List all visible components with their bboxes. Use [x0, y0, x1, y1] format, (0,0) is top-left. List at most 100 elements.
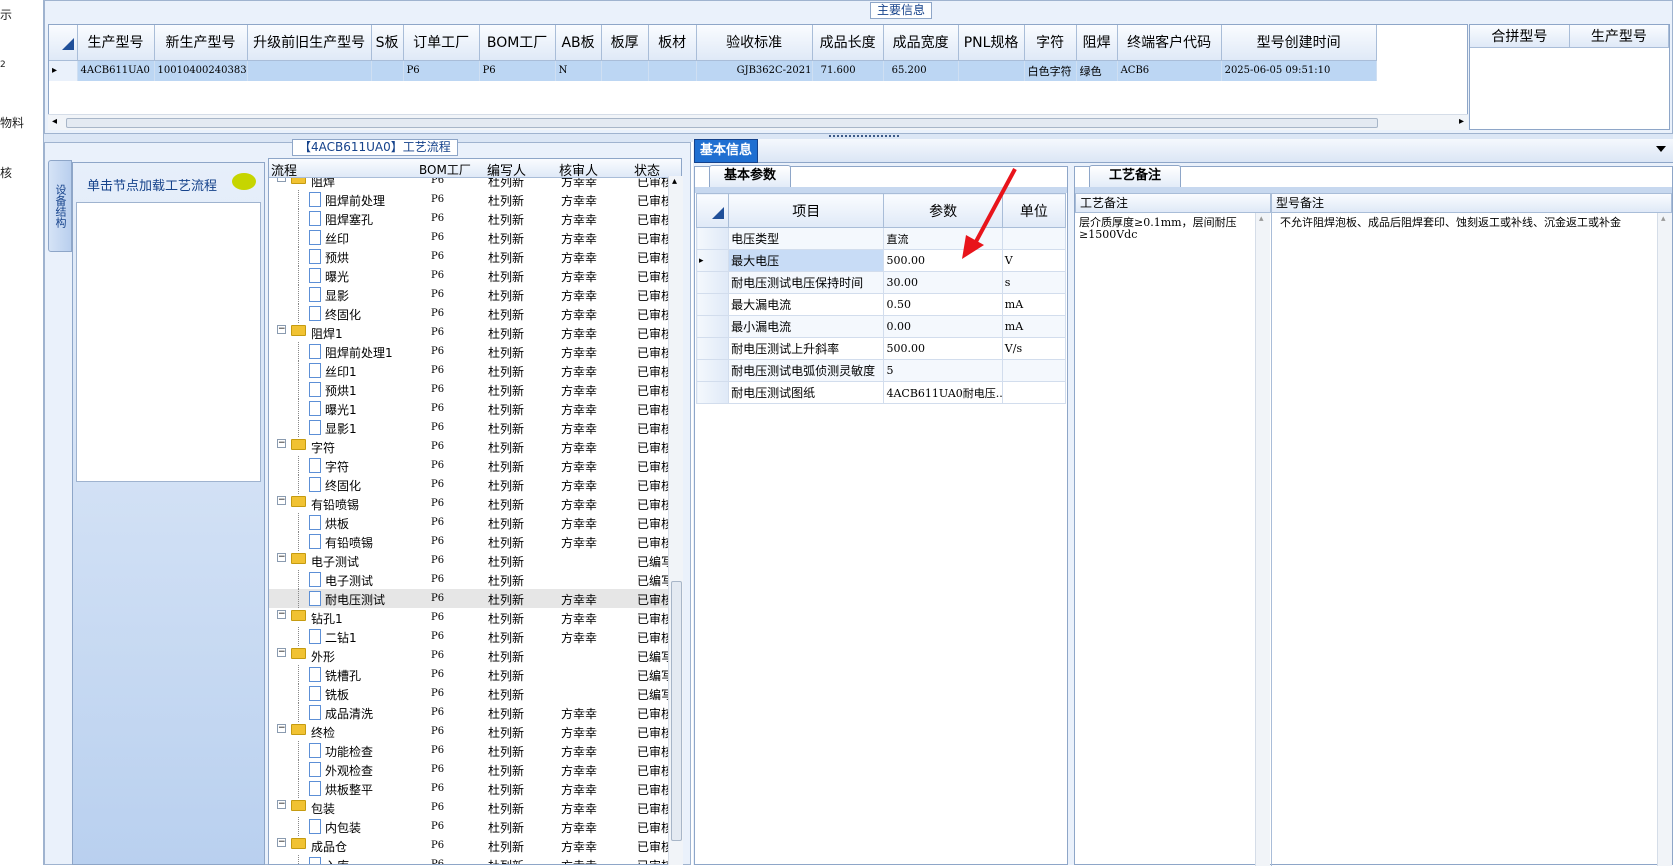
param-unit-cell[interactable]: s: [1001, 271, 1067, 294]
chevron-down-icon[interactable]: [1656, 146, 1666, 152]
tree-row[interactable]: − 有铅喷锡 P6 杜列新 方幸幸 已审核: [269, 494, 669, 513]
tree-row[interactable]: − 包装 P6 杜列新 方幸幸 已审核: [269, 798, 669, 817]
tree-node-label[interactable]: 字符: [311, 439, 335, 456]
column-header[interactable]: 板材: [648, 25, 697, 61]
column-header[interactable]: 订单工厂: [403, 25, 480, 61]
param-value-cell[interactable]: 500.00: [883, 337, 1003, 360]
tree-row[interactable]: 铣槽孔 P6 杜列新 已编写: [269, 665, 669, 684]
param-row[interactable]: 最大漏电流 0.50 mA: [695, 293, 1067, 316]
cell[interactable]: P6: [479, 60, 556, 81]
column-header[interactable]: AB板: [555, 25, 602, 61]
tree-node-label[interactable]: 有铅喷锡: [325, 534, 373, 551]
tree-node-label[interactable]: 电子测试: [311, 553, 359, 570]
tree-node-label[interactable]: 终固化: [325, 477, 361, 494]
column-header[interactable]: 成品长度: [812, 25, 884, 61]
column-header[interactable]: 终端客户代码: [1117, 25, 1222, 61]
scrollbar-thumb[interactable]: [671, 581, 682, 841]
process-remarks-text[interactable]: 层介质厚度≥0.1mm，层间耐压≥1500Vdc: [1079, 217, 1251, 241]
cell[interactable]: N: [555, 60, 602, 81]
param-item-cell[interactable]: 最大漏电流: [728, 293, 885, 316]
tree-row[interactable]: 内包装 P6 杜列新 方幸幸 已审核: [269, 817, 669, 836]
tree-node-label[interactable]: 终固化: [325, 306, 361, 323]
tree-node-label[interactable]: 阻焊1: [311, 325, 343, 342]
tree-node-label[interactable]: 烘板: [325, 515, 349, 532]
tree-row[interactable]: 阻焊前处理 P6 杜列新 方幸幸 已审核: [269, 190, 669, 209]
tree-row[interactable]: 预烘 P6 杜列新 方幸幸 已审核: [269, 247, 669, 266]
tab-basic-params[interactable]: 基本参数: [709, 165, 791, 187]
cell[interactable]: 4ACB611UA0: [77, 60, 155, 81]
param-unit-cell[interactable]: [1001, 359, 1067, 382]
collapse-icon[interactable]: −: [277, 610, 286, 619]
param-row[interactable]: 耐电压测试图纸 4ACB611UA0耐电压...: [695, 381, 1067, 404]
column-header[interactable]: PNL规格: [958, 25, 1025, 61]
cell[interactable]: [648, 60, 697, 81]
param-value-cell[interactable]: 4ACB611UA0耐电压...: [883, 381, 1003, 404]
column-header[interactable]: BOM工厂: [479, 25, 556, 61]
tree-row[interactable]: 终固化 P6 杜列新 方幸幸 已审核: [269, 304, 669, 323]
column-header[interactable]: 阻焊: [1076, 25, 1118, 61]
cell[interactable]: [371, 60, 404, 81]
tree-node-label[interactable]: 预烘: [325, 249, 349, 266]
left-nav-item[interactable]: 示: [0, 6, 12, 23]
main-grid-horizontal-scrollbar[interactable]: ◂ ▸: [48, 114, 1468, 130]
cell[interactable]: [601, 60, 649, 81]
tree-row[interactable]: − 字符 P6 杜列新 方幸幸 已审核: [269, 437, 669, 456]
tree-row[interactable]: 功能检查 P6 杜列新 方幸幸 已审核: [269, 741, 669, 760]
tree-column-header[interactable]: 编写人: [487, 160, 526, 179]
collapse-icon[interactable]: −: [277, 496, 286, 505]
tree-row[interactable]: 预烘1 P6 杜列新 方幸幸 已审核: [269, 380, 669, 399]
tree-node-label[interactable]: 入库: [325, 857, 349, 864]
param-unit-cell[interactable]: mA: [1001, 315, 1067, 338]
tree-node-label[interactable]: 曝光: [325, 268, 349, 285]
tree-row[interactable]: 有铅喷锡 P6 杜列新 方幸幸 已审核: [269, 532, 669, 551]
param-value-cell[interactable]: 0.00: [883, 315, 1003, 338]
tree-row[interactable]: 二钻1 P6 杜列新 方幸幸 已审核: [269, 627, 669, 646]
collapse-icon[interactable]: −: [277, 553, 286, 562]
param-unit-cell[interactable]: mA: [1001, 293, 1067, 316]
process-node-list[interactable]: [76, 202, 261, 482]
model-remarks-text[interactable]: 不允许阻焊泡板、成品后阻焊套印、蚀刻返工或补线、沉金返工或补金: [1280, 217, 1656, 229]
cell[interactable]: [247, 60, 372, 81]
column-header[interactable]: 新生产型号: [154, 25, 248, 61]
column-header[interactable]: 项目: [728, 193, 885, 228]
column-header[interactable]: 板厚: [601, 25, 649, 61]
tree-row[interactable]: 烘板整平 P6 杜列新 方幸幸 已审核: [269, 779, 669, 798]
column-header[interactable]: 验收标准: [696, 25, 813, 61]
process-remarks-header[interactable]: 工艺备注: [1075, 193, 1271, 213]
tree-row[interactable]: 成品清洗 P6 杜列新 方幸幸 已审核: [269, 703, 669, 722]
tree-row[interactable]: 入库 P6 杜列新 方幸幸 已审核: [269, 855, 669, 864]
scroll-left-icon[interactable]: ◂: [52, 116, 57, 127]
column-header[interactable]: 生产型号: [1569, 25, 1670, 48]
tree-row[interactable]: 曝光 P6 杜列新 方幸幸 已审核: [269, 266, 669, 285]
tree-node-label[interactable]: 烘板整平: [325, 781, 373, 798]
collapse-icon[interactable]: −: [277, 439, 286, 448]
left-nav-item[interactable]: 核: [0, 164, 12, 181]
cell[interactable]: ACB6: [1117, 60, 1222, 81]
collapse-icon[interactable]: −: [277, 838, 286, 847]
tree-row[interactable]: 曝光1 P6 杜列新 方幸幸 已审核: [269, 399, 669, 418]
tree-node-label[interactable]: 耐电压测试: [325, 591, 385, 608]
column-header[interactable]: 型号创建时间: [1221, 25, 1377, 61]
cell[interactable]: GJB362C-2021: [696, 60, 813, 81]
param-value-cell[interactable]: 0.50: [883, 293, 1003, 316]
cell[interactable]: 绿色: [1076, 60, 1118, 81]
tree-node-label[interactable]: 阻焊前处理: [325, 192, 385, 209]
param-value-cell[interactable]: 30.00: [883, 271, 1003, 294]
tree-node-label[interactable]: 成品清洗: [325, 705, 373, 722]
tab-process-remarks[interactable]: 工艺备注: [1089, 165, 1181, 187]
param-item-cell[interactable]: 耐电压测试电弧侦测灵敏度: [728, 359, 885, 382]
column-header[interactable]: 生产型号: [77, 25, 155, 61]
column-header[interactable]: 字符: [1024, 25, 1077, 61]
tree-node-label[interactable]: 外观检查: [325, 762, 373, 779]
tree-column-header[interactable]: 流程: [271, 160, 297, 179]
param-value-cell[interactable]: 5: [883, 359, 1003, 382]
param-item-cell[interactable]: 耐电压测试上升斜率: [728, 337, 885, 360]
column-header[interactable]: S板: [371, 25, 404, 61]
tree-column-header[interactable]: 状态: [634, 160, 660, 179]
param-item-cell[interactable]: 最小漏电流: [728, 315, 885, 338]
collapse-icon[interactable]: −: [277, 648, 286, 657]
tree-node-label[interactable]: 曝光1: [325, 401, 357, 418]
param-item-cell[interactable]: 耐电压测试电压保持时间: [728, 271, 885, 294]
tree-column-header[interactable]: 核审人: [559, 160, 598, 179]
cell[interactable]: 65.200: [883, 60, 959, 81]
